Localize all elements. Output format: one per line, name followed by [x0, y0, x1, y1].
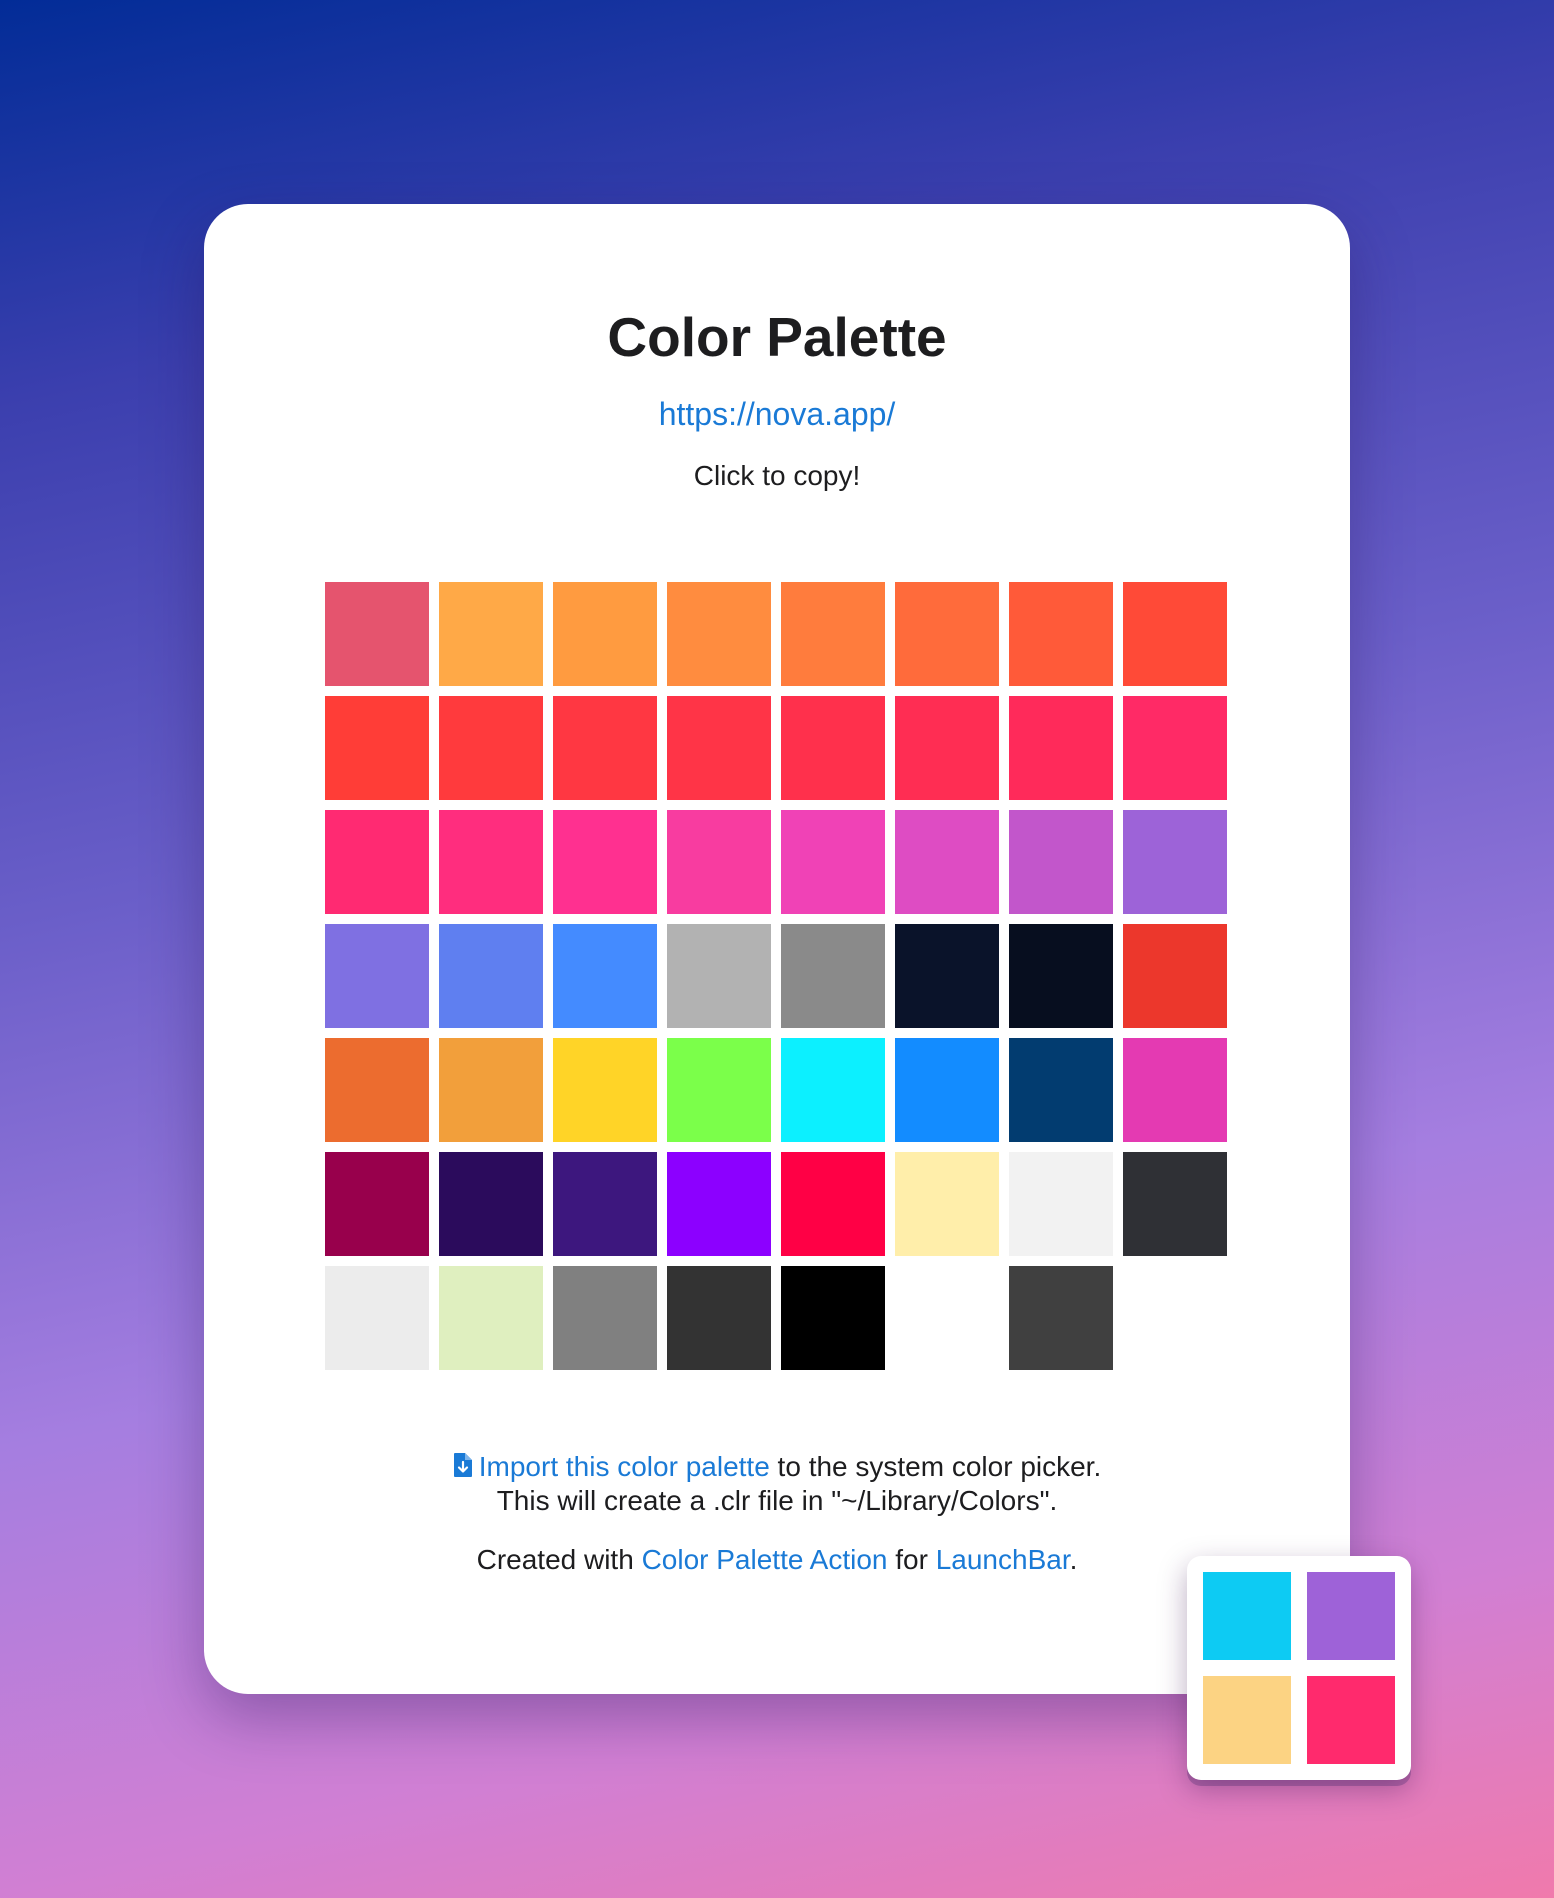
color-swatch[interactable] [439, 696, 543, 800]
credit-mid: for [887, 1544, 936, 1575]
color-swatch[interactable] [1009, 696, 1113, 800]
color-swatch[interactable] [781, 582, 885, 686]
color-swatch[interactable] [1123, 810, 1227, 914]
color-swatch[interactable] [895, 1038, 999, 1142]
color-swatch[interactable] [1123, 696, 1227, 800]
color-swatch[interactable] [895, 1266, 999, 1370]
color-palette-action-link[interactable]: Color Palette Action [642, 1544, 888, 1575]
color-swatch[interactable] [781, 1266, 885, 1370]
credit-line: Created with Color Palette Action for La… [204, 1543, 1350, 1577]
color-swatch[interactable] [667, 1152, 771, 1256]
color-swatch[interactable] [553, 1038, 657, 1142]
color-swatch[interactable] [439, 582, 543, 686]
color-swatch[interactable] [553, 810, 657, 914]
color-swatch[interactable] [667, 924, 771, 1028]
color-swatch[interactable] [1123, 924, 1227, 1028]
credit-prefix: Created with [476, 1544, 642, 1575]
color-swatch[interactable] [553, 696, 657, 800]
import-palette-link[interactable]: Import this color palette [453, 1451, 770, 1482]
page-title: Color Palette [607, 306, 947, 368]
color-swatch[interactable] [439, 924, 543, 1028]
import-file-icon [453, 1453, 472, 1477]
color-swatch[interactable] [1009, 924, 1113, 1028]
app-icon-tile [1203, 1676, 1291, 1764]
launchbar-link[interactable]: LaunchBar [936, 1544, 1070, 1575]
color-swatch[interactable] [667, 696, 771, 800]
color-swatch[interactable] [439, 1152, 543, 1256]
color-swatch[interactable] [1123, 582, 1227, 686]
color-swatch[interactable] [667, 810, 771, 914]
palette-app-icon [1187, 1556, 1411, 1780]
color-swatch[interactable] [553, 1152, 657, 1256]
color-swatch[interactable] [325, 924, 429, 1028]
credit-suffix: . [1069, 1544, 1078, 1575]
palette-card: Color Palette https://nova.app/ Click to… [204, 204, 1350, 1694]
app-icon-tile [1307, 1676, 1395, 1764]
color-swatch[interactable] [325, 1038, 429, 1142]
color-swatch[interactable] [553, 924, 657, 1028]
import-section: Import this color palette to the system … [204, 1450, 1350, 1518]
swatch-grid [325, 582, 1229, 1370]
color-swatch[interactable] [1123, 1038, 1227, 1142]
color-swatch[interactable] [1009, 582, 1113, 686]
color-swatch[interactable] [895, 924, 999, 1028]
color-swatch[interactable] [439, 1038, 543, 1142]
color-swatch[interactable] [325, 1266, 429, 1370]
color-swatch[interactable] [325, 1152, 429, 1256]
color-swatch[interactable] [1009, 1038, 1113, 1142]
color-swatch[interactable] [895, 810, 999, 914]
color-swatch[interactable] [1009, 1152, 1113, 1256]
color-swatch[interactable] [1009, 1266, 1113, 1370]
import-note: This will create a .clr file in "~/Libra… [496, 1485, 1058, 1516]
app-icon-tile [1307, 1572, 1395, 1660]
color-swatch[interactable] [1123, 1152, 1227, 1256]
color-swatch[interactable] [895, 696, 999, 800]
color-swatch[interactable] [1009, 810, 1113, 914]
color-swatch[interactable] [895, 1152, 999, 1256]
color-swatch[interactable] [553, 582, 657, 686]
color-swatch[interactable] [781, 810, 885, 914]
color-swatch[interactable] [781, 1038, 885, 1142]
color-swatch[interactable] [439, 1266, 543, 1370]
color-swatch[interactable] [781, 696, 885, 800]
color-swatch[interactable] [895, 582, 999, 686]
import-line: Import this color palette to the system … [204, 1450, 1350, 1484]
color-swatch[interactable] [325, 810, 429, 914]
color-swatch[interactable] [325, 582, 429, 686]
import-link-text: Import this color palette [478, 1451, 770, 1482]
color-swatch[interactable] [781, 924, 885, 1028]
color-swatch[interactable] [439, 810, 543, 914]
copy-hint: Click to copy! [693, 460, 861, 491]
app-icon-tile [1203, 1572, 1291, 1660]
import-description: to the system color picker. [769, 1451, 1102, 1482]
color-swatch[interactable] [325, 696, 429, 800]
color-swatch[interactable] [667, 582, 771, 686]
color-swatch[interactable] [781, 1152, 885, 1256]
color-swatch[interactable] [667, 1038, 771, 1142]
source-url-link[interactable]: https://nova.app/ [204, 398, 1350, 430]
color-swatch[interactable] [553, 1266, 657, 1370]
color-swatch[interactable] [667, 1266, 771, 1370]
